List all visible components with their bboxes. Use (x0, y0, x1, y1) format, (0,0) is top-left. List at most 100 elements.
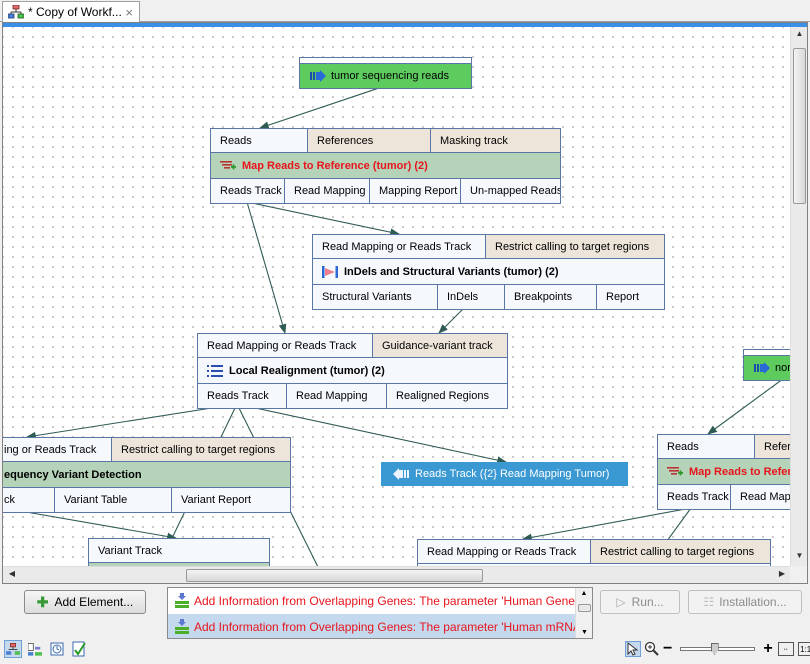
workflow-step-bottom-right[interactable]: Read Mapping or Reads Track Restrict cal… (417, 539, 771, 567)
add-element-label: Add Element... (54, 595, 134, 609)
tab-title: * Copy of Workf... (28, 5, 122, 19)
zoom-slider[interactable] (680, 643, 756, 655)
input-port[interactable]: Read Mapping or Reads Track (418, 540, 591, 563)
tab-bar: * Copy of Workf... × (0, 0, 810, 22)
output-port[interactable]: Reads Track (198, 384, 287, 408)
horizontal-scrollbar[interactable]: ◀ ▶ (3, 566, 791, 583)
edge (521, 507, 692, 542)
scroll-up-icon[interactable]: ▲ (576, 590, 592, 597)
installation-label: Installation... (719, 595, 787, 609)
history-icon[interactable] (48, 640, 66, 658)
select-pointer-icon[interactable] (625, 641, 641, 657)
output-port[interactable]: Read Mapp (731, 485, 791, 509)
input-port[interactable]: Reads (211, 129, 308, 152)
input-arrow-icon (754, 362, 770, 374)
input-port[interactable]: Read Mapping or Reads Track (198, 334, 373, 357)
step-title: Map Reads to Reference (tumor) (2) (242, 159, 428, 172)
output-port[interactable]: Report (597, 285, 664, 309)
validation-messages-list[interactable]: Add Information from Overlapping Genes: … (167, 587, 593, 639)
workflow-step-indels-tumor[interactable]: Read Mapping or Reads Track Restrict cal… (312, 234, 665, 310)
workflow-list-icon[interactable] (26, 640, 44, 658)
input-port[interactable]: Restrict calling to target regions (486, 235, 664, 258)
workflow-step-variant-track[interactable]: Variant Track (88, 538, 270, 567)
output-port[interactable]: ck (3, 488, 55, 512)
input-port[interactable]: Guidance-variant track (373, 334, 507, 357)
validate-icon[interactable] (70, 640, 88, 658)
workflow-editor: tumor sequencing reads Reads References … (2, 22, 808, 584)
zoom-in-tool-icon[interactable] (643, 641, 661, 657)
run-label: Run... (631, 595, 664, 609)
realignment-icon (207, 364, 223, 377)
scroll-down-icon[interactable]: ▼ (576, 629, 592, 636)
scroll-right-icon[interactable]: ▶ (776, 569, 788, 578)
tab-workflow[interactable]: * Copy of Workf... × (2, 1, 140, 22)
workflow-view-icon[interactable] (4, 640, 22, 658)
input-port[interactable]: Restrict calling to target regions (591, 540, 770, 563)
view-switcher (4, 640, 88, 658)
actual-size-icon[interactable]: 1:1 (797, 642, 810, 656)
edge (707, 372, 791, 435)
node-label: norm (775, 362, 791, 374)
overlap-genes-icon (175, 619, 189, 634)
workflow-input-tumor-reads[interactable]: tumor sequencing reads (299, 57, 472, 89)
zoom-in-button[interactable]: + (763, 641, 772, 657)
workflow-canvas[interactable]: tumor sequencing reads Reads References … (3, 27, 791, 567)
zoom-slider-knob[interactable] (710, 643, 719, 655)
output-port[interactable]: InDels (438, 285, 505, 309)
output-port[interactable]: Breakpoints (505, 285, 597, 309)
vertical-scrollbar[interactable]: ▲ ▼ (790, 27, 807, 567)
input-arrow-icon (310, 70, 326, 82)
workflow-step-map-reads-normal[interactable]: Reads Refere Map Reads to Referen Reads … (657, 434, 791, 510)
step-title: Local Realignment (tumor) (2) (229, 364, 385, 377)
input-port[interactable]: Refere (755, 435, 791, 458)
installation-button[interactable]: ☷ Installation... (688, 590, 802, 614)
workflow-step-local-realignment[interactable]: Read Mapping or Reads Track Guidance-var… (197, 333, 508, 409)
step-title: Map Reads to Referen (689, 465, 791, 478)
output-port[interactable]: Variant Table (55, 488, 172, 512)
output-port[interactable]: Reads Track (211, 179, 285, 203)
scroll-up-icon[interactable]: ▲ (791, 29, 807, 43)
zoom-out-button[interactable]: − (663, 641, 672, 657)
installation-icon: ☷ (703, 595, 715, 609)
output-port[interactable]: Mapping Report (370, 179, 461, 203)
zoom-controls: − + ↔ 1:1 (625, 640, 810, 658)
messages-scroll-thumb[interactable] (578, 604, 591, 612)
horizontal-scroll-thumb[interactable] (186, 569, 483, 582)
run-button[interactable]: ▷ Run... (600, 590, 680, 614)
input-port[interactable]: Restrict calling to target regions (112, 438, 290, 461)
workflow-step-variant-detection[interactable]: ing or Reads Track Restrict calling to t… (3, 437, 291, 513)
input-port[interactable]: Reads (658, 435, 755, 458)
output-port[interactable]: Structural Variants (313, 285, 438, 309)
scroll-down-icon[interactable]: ▼ (791, 551, 807, 565)
output-port[interactable]: Read Mapping (287, 384, 387, 408)
workflow-output-reads-track[interactable]: Reads Track ({2} Read Mapping Tumor) (381, 462, 628, 486)
output-port[interactable]: Variant Report (172, 488, 290, 512)
output-port[interactable]: Un-mapped Reads (461, 179, 560, 203)
add-element-button[interactable]: ✚ Add Element... (24, 590, 146, 614)
workflow-icon (8, 5, 24, 19)
output-arrow-icon (393, 468, 409, 480)
input-port[interactable]: References (308, 129, 431, 152)
close-tab-icon[interactable]: × (125, 5, 133, 20)
validation-message[interactable]: Add Information from Overlapping Genes: … (168, 588, 592, 614)
scroll-left-icon[interactable]: ◀ (6, 569, 18, 578)
fit-width-icon[interactable]: ↔ (777, 642, 794, 656)
message-text: Add Information from Overlapping Genes: … (194, 620, 592, 634)
vertical-scroll-thumb[interactable] (793, 48, 806, 204)
messages-scrollbar[interactable]: ▲ ▼ (575, 588, 592, 638)
input-port[interactable]: Variant Track (89, 539, 269, 562)
step-title: equency Variant Detection (4, 468, 142, 481)
output-port[interactable]: Reads Track (658, 485, 731, 509)
output-port[interactable]: Read Mapping (285, 179, 370, 203)
input-port[interactable]: ing or Reads Track (3, 438, 112, 461)
workflow-input-normal-reads[interactable]: norm (743, 349, 791, 381)
step-title: InDels and Structural Variants (tumor) (… (344, 265, 559, 278)
input-port[interactable]: Read Mapping or Reads Track (313, 235, 486, 258)
workflow-step-map-reads-tumor[interactable]: Reads References Masking track Map Reads… (210, 128, 561, 204)
output-port[interactable]: Realigned Regions (387, 384, 507, 408)
validation-message-selected[interactable]: Add Information from Overlapping Genes: … (168, 614, 592, 638)
input-port[interactable]: Masking track (431, 129, 560, 152)
indels-icon (322, 265, 338, 278)
play-icon: ▷ (616, 595, 626, 609)
edge (246, 201, 401, 236)
